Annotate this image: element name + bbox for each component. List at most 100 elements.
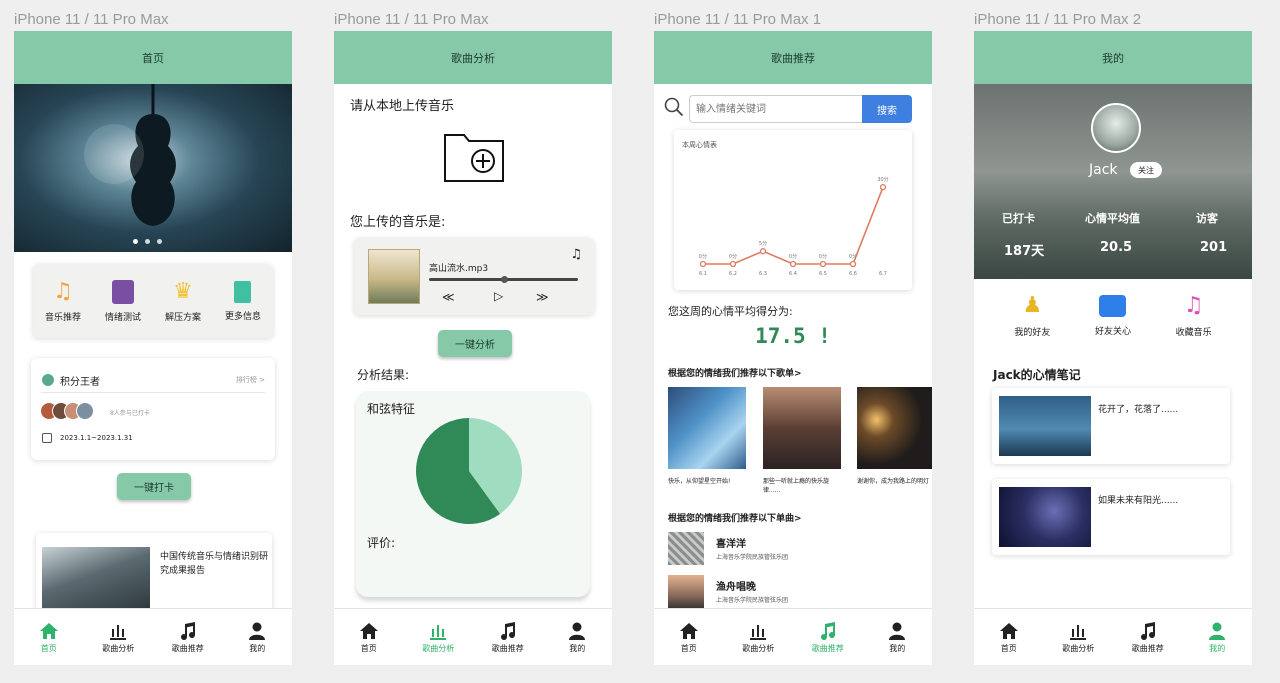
note-thumbnail (999, 487, 1091, 547)
stat-value: 201 (1200, 240, 1228, 255)
music-note-icon: ♫ (570, 247, 582, 262)
violin-image (84, 84, 176, 226)
tab-song-analysis[interactable]: 歌曲分析 (728, 621, 788, 654)
menu-friend-care[interactable]: 好友关心 (1083, 293, 1143, 338)
single-title[interactable]: 喜洋洋 (716, 535, 746, 550)
tab-home[interactable]: 首页 (339, 621, 399, 654)
data-label: 0分 (819, 253, 827, 260)
progress-knob[interactable] (500, 276, 508, 283)
data-point (729, 260, 737, 268)
progress-bar[interactable] (429, 276, 578, 283)
phone-profile-screen: 我的 Jack 关注 已打卡 187天 心情平均值 20.5 访客 201 ♟ … (974, 31, 1252, 665)
music-note-icon (500, 621, 515, 640)
playlist-cover[interactable] (857, 387, 932, 469)
music-note-icon (1140, 621, 1155, 640)
feature-mood-test[interactable]: 情绪测试 (105, 279, 141, 323)
follow-button[interactable]: 关注 (1130, 162, 1162, 178)
ranking-card[interactable]: 积分王者 排行榜 > 8人参与已打卡 2023.1.1~2023.1.31 (31, 358, 275, 460)
tab-song-recommend[interactable]: 歌曲推荐 (1118, 621, 1178, 654)
feature-relief-plan[interactable]: ♛ 解压方案 (165, 279, 201, 323)
rewind-icon[interactable]: ≪ (442, 290, 455, 304)
x-tick-label: 6.5 (819, 271, 827, 277)
file-name: 高山流水.mp3 (429, 264, 489, 274)
data-label: 0分 (849, 253, 857, 260)
search-icon[interactable] (664, 97, 684, 117)
tab-label: 我的 (1209, 643, 1226, 653)
tab-label: 我的 (889, 643, 906, 653)
uploaded-label: 您上传的音乐是: (350, 215, 446, 230)
data-point (699, 260, 707, 268)
tab-song-analysis[interactable]: 歌曲分析 (1048, 621, 1108, 654)
chat-icon (1099, 295, 1127, 317)
mood-chart-card: 本周心情表 0分 6.1 0分 6.2 5分 6.3 0分 6.4 0分 6.5 0分 6.6 30分 6… (674, 130, 912, 290)
single-cover[interactable] (668, 532, 704, 565)
music-note-icon: ♫ (1183, 293, 1204, 318)
playlist-heading[interactable]: 根据您的情绪我们推荐以下歌单> (668, 366, 802, 379)
analyze-button[interactable]: 一键分析 (438, 330, 512, 357)
tab-home[interactable]: 首页 (19, 621, 79, 654)
single-cover[interactable] (668, 575, 704, 608)
tab-song-analysis[interactable]: 歌曲分析 (408, 621, 468, 654)
playlist-cover[interactable] (763, 387, 841, 469)
stat-value: 20.5 (1100, 240, 1133, 255)
page-title: 歌曲推荐 (654, 31, 932, 84)
tab-bar: 首页 歌曲分析 歌曲推荐 我的 (14, 608, 292, 665)
tab-label: 我的 (569, 643, 586, 653)
data-label: 0分 (699, 253, 707, 260)
tab-home[interactable]: 首页 (979, 621, 1039, 654)
carousel-dots[interactable] (133, 239, 162, 244)
chord-pie-chart (415, 418, 522, 524)
menu-saved-music[interactable]: ♫ 收藏音乐 (1164, 293, 1224, 338)
fast-forward-icon[interactable]: ≫ (536, 290, 549, 304)
playlist-caption: 那些一听就上瘾的快乐旋律...... (763, 478, 830, 494)
feature-more-info[interactable]: 更多信息 (224, 280, 261, 322)
upload-prompt: 请从本地上传音乐 (350, 99, 455, 114)
tab-label: 歌曲推荐 (811, 643, 844, 653)
tab-mine[interactable]: 我的 (867, 621, 927, 654)
menu-my-friends[interactable]: ♟ 我的好友 (1002, 293, 1062, 338)
rank-count: 8人参与已打卡 (110, 410, 150, 417)
folder-add-icon[interactable] (442, 127, 508, 185)
tab-label: 歌曲推荐 (171, 643, 204, 653)
tab-label: 我的 (249, 643, 266, 653)
series-line (703, 186, 884, 265)
x-tick-label: 6.6 (849, 271, 857, 277)
divider (41, 392, 265, 393)
playlist-cover[interactable] (668, 387, 746, 469)
search-input[interactable] (689, 95, 862, 123)
play-icon[interactable]: ▷ (494, 289, 503, 303)
rank-badge-icon (42, 374, 54, 386)
page-title: 首页 (14, 31, 292, 84)
phone-home-screen: 首页 ♫ 音乐推荐 情绪测试 ♛ 解压方案 更多信息 积分王者 排行榜 > 8人… (14, 31, 292, 665)
note-card[interactable]: 如果未来有阳光...... (992, 479, 1230, 555)
note-card[interactable]: 花开了，花落了...... (992, 388, 1230, 464)
feature-music-recommend[interactable]: ♫ 音乐推荐 (45, 279, 81, 323)
hero-banner[interactable] (14, 84, 292, 252)
single-heading[interactable]: 根据您的情绪我们推荐以下单曲> (668, 511, 802, 524)
tab-mine[interactable]: 我的 (547, 621, 607, 654)
note-title: 花开了，花落了...... (1098, 405, 1179, 415)
feature-grid: ♫ 音乐推荐 情绪测试 ♛ 解压方案 更多信息 (33, 264, 273, 338)
rank-link[interactable]: 排行榜 > (236, 375, 265, 385)
menu-label: 收藏音乐 (1175, 328, 1212, 338)
single-title[interactable]: 渔舟唱晚 (716, 578, 756, 593)
feature-label: 更多信息 (224, 311, 261, 322)
tab-mine[interactable]: 我的 (227, 621, 287, 654)
tab-song-analysis[interactable]: 歌曲分析 (88, 621, 148, 654)
tab-home[interactable]: 首页 (659, 621, 719, 654)
avatar[interactable] (1091, 103, 1141, 153)
tab-mine[interactable]: 我的 (1187, 621, 1247, 654)
user-icon (249, 622, 266, 640)
tab-song-recommend[interactable]: 歌曲推荐 (158, 621, 218, 654)
tab-song-recommend[interactable]: 歌曲推荐 (478, 621, 538, 654)
search-button[interactable]: 搜索 (862, 95, 912, 123)
phone-analysis-screen: 歌曲分析 请从本地上传音乐 您上传的音乐是: 高山流水.mp3 ♫ ≪ ▷ ≫ … (334, 31, 612, 665)
checkin-button[interactable]: 一键打卡 (117, 473, 191, 500)
tab-song-recommend[interactable]: 歌曲推荐 (798, 621, 858, 654)
bar-chart-icon (750, 624, 767, 640)
frame-label: iPhone 11 / 11 Pro Max 2 (974, 11, 1142, 28)
playlist-caption: 快乐，从仰望星空开始! (668, 478, 731, 485)
rank-date: 2023.1.1~2023.1.31 (60, 434, 133, 442)
avatar-stack (40, 402, 94, 420)
tab-label: 歌曲分析 (102, 643, 135, 653)
